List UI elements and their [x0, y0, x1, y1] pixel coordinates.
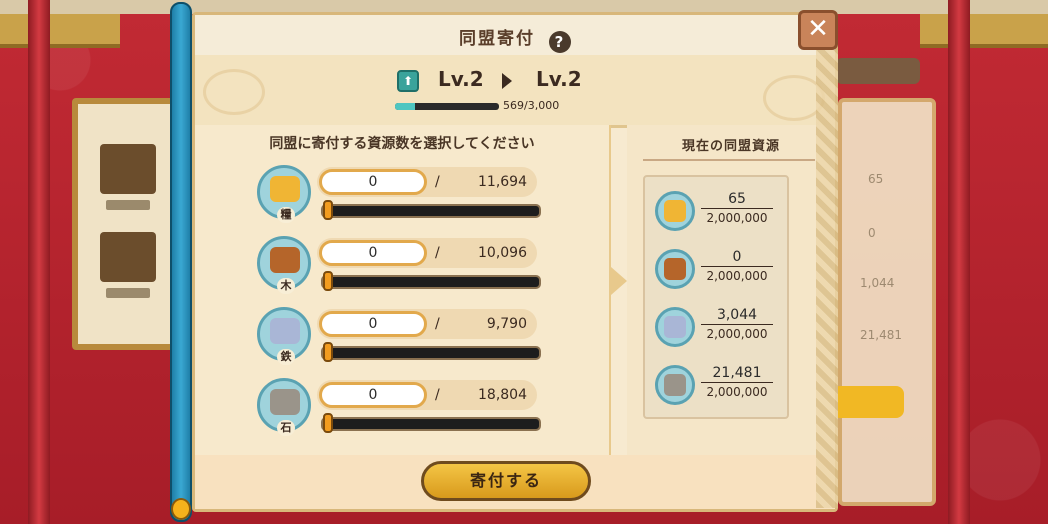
- background-value: 21,481: [860, 328, 902, 342]
- stone-glyph: [664, 374, 686, 396]
- iron-owned: 9,790: [486, 316, 527, 332]
- grain-owned: 11,694: [478, 174, 527, 190]
- alliance-resources-panel: 現在の同盟資源 65 2,000,000 0 2,000,000 3,044 2…: [627, 125, 835, 455]
- pool-capacity: 2,000,000: [706, 211, 768, 225]
- exp-progress-bar: [395, 103, 499, 110]
- iron-glyph: [664, 316, 686, 338]
- separator: /: [435, 245, 440, 261]
- background-pillar-left: [28, 0, 50, 524]
- wood-amount-input[interactable]: 0: [319, 240, 427, 266]
- pool-value: 3,044: [701, 307, 773, 325]
- grain-amount-input[interactable]: 0: [319, 169, 427, 195]
- resource-tag: 糧: [277, 207, 295, 223]
- level-banner: ⬆ Lv.2 Lv.2 569/3,000: [195, 55, 835, 128]
- arrow-right-icon: [502, 73, 512, 89]
- pool-row-stone: 21,481 2,000,000: [655, 361, 785, 413]
- arrow-right-icon: [611, 267, 627, 295]
- background-scroll-panel: [72, 98, 184, 350]
- wood-icon: 木: [257, 236, 311, 294]
- resource-row-wood: 木 0 / 10,096: [257, 234, 547, 304]
- background-value: 65: [868, 172, 884, 186]
- background-value: 0: [868, 226, 876, 240]
- background-value: 1,044: [860, 276, 895, 290]
- resource-row-iron: 鉄 0 / 9,790: [257, 305, 547, 375]
- wood-glyph: [664, 258, 686, 280]
- pool-value: 65: [701, 191, 773, 209]
- background-label: [106, 288, 150, 298]
- exp-progress-text: 569/3,000: [503, 99, 560, 112]
- stone-icon: [655, 365, 695, 405]
- iron-icon: 鉄: [257, 307, 311, 365]
- grain-icon: [655, 191, 695, 231]
- resource-row-stone: 石 0 / 18,804: [257, 376, 547, 446]
- iron-glyph: [270, 318, 300, 344]
- pool-capacity: 2,000,000: [706, 327, 768, 341]
- pool-value: 21,481: [701, 365, 773, 383]
- background-label: [106, 200, 150, 210]
- close-button[interactable]: ✕: [798, 10, 838, 50]
- grain-glyph: [270, 176, 300, 202]
- pool-capacity: 2,000,000: [706, 269, 768, 283]
- pool-row-wood: 0 2,000,000: [655, 245, 785, 297]
- background-shrine-icon: [100, 232, 156, 282]
- separator: /: [435, 387, 440, 403]
- alliance-resources-list: 65 2,000,000 0 2,000,000 3,044 2,000,000…: [643, 175, 789, 419]
- background-pillar-right: [948, 0, 970, 524]
- scroll-cap-icon: [171, 498, 191, 520]
- dialog-title: 同盟寄付 ?: [195, 24, 835, 53]
- next-level: Lv.2: [536, 67, 582, 91]
- background-building-icon: [100, 144, 156, 194]
- grain-slider-handle[interactable]: [323, 200, 333, 220]
- stone-slider[interactable]: [321, 417, 541, 431]
- stone-amount-input[interactable]: 0: [319, 382, 427, 408]
- dialog-side-scroll: [170, 2, 192, 522]
- wood-glyph: [270, 247, 300, 273]
- selection-instruction: 同盟に寄付する資源数を選択してください: [269, 136, 535, 152]
- background-yellow-button: [832, 386, 904, 418]
- dialog-footer: 寄付する: [195, 455, 835, 509]
- donation-dialog: 同盟寄付 ? ⬆ Lv.2 Lv.2 569/3,000 同盟に寄付する資源数を…: [192, 12, 838, 512]
- dialog-edge-ornament: [816, 50, 838, 508]
- grain-icon: 糧: [257, 165, 311, 223]
- dialog-title-text: 同盟寄付: [459, 29, 536, 49]
- title-divider: [643, 159, 815, 161]
- pool-value: 0: [701, 249, 773, 267]
- stone-icon: 石: [257, 378, 311, 436]
- background-side-panel: [838, 98, 936, 506]
- grain-slider[interactable]: [321, 204, 541, 218]
- exp-progress-fill: [395, 103, 415, 110]
- alliance-resources-title: 現在の同盟資源: [681, 139, 780, 154]
- background-eave-left: [0, 14, 120, 48]
- wood-slider[interactable]: [321, 275, 541, 289]
- donate-button[interactable]: 寄付する: [421, 461, 591, 501]
- alliance-emblem-icon: ⬆: [397, 70, 419, 92]
- cloud-ornament-icon: [203, 69, 265, 115]
- resource-row-grain: 糧 0 / 11,694: [257, 163, 547, 233]
- wood-slider-handle[interactable]: [323, 271, 333, 291]
- background-button: [836, 58, 920, 84]
- title-bar: 同盟寄付 ?: [195, 15, 835, 57]
- iron-amount-input[interactable]: 0: [319, 311, 427, 337]
- resource-tag: 鉄: [277, 349, 295, 365]
- resource-tag: 石: [277, 420, 295, 436]
- stone-slider-handle[interactable]: [323, 413, 333, 433]
- grain-glyph: [664, 200, 686, 222]
- pool-capacity: 2,000,000: [706, 385, 768, 399]
- iron-slider[interactable]: [321, 346, 541, 360]
- donation-selection-area: 同盟に寄付する資源数を選択してください 糧 0 / 11,694 木 0 / 1…: [195, 125, 609, 455]
- iron-slider-handle[interactable]: [323, 342, 333, 362]
- help-icon[interactable]: ?: [548, 31, 571, 53]
- background-eave-right: [920, 14, 1048, 48]
- separator: /: [435, 174, 440, 190]
- wood-owned: 10,096: [478, 245, 527, 261]
- current-level: Lv.2: [438, 67, 484, 91]
- separator: /: [435, 316, 440, 332]
- pool-row-iron: 3,044 2,000,000: [655, 303, 785, 355]
- stone-owned: 18,804: [478, 387, 527, 403]
- stone-glyph: [270, 389, 300, 415]
- iron-icon: [655, 307, 695, 347]
- pool-row-grain: 65 2,000,000: [655, 187, 785, 239]
- wood-icon: [655, 249, 695, 289]
- resource-tag: 木: [277, 278, 295, 294]
